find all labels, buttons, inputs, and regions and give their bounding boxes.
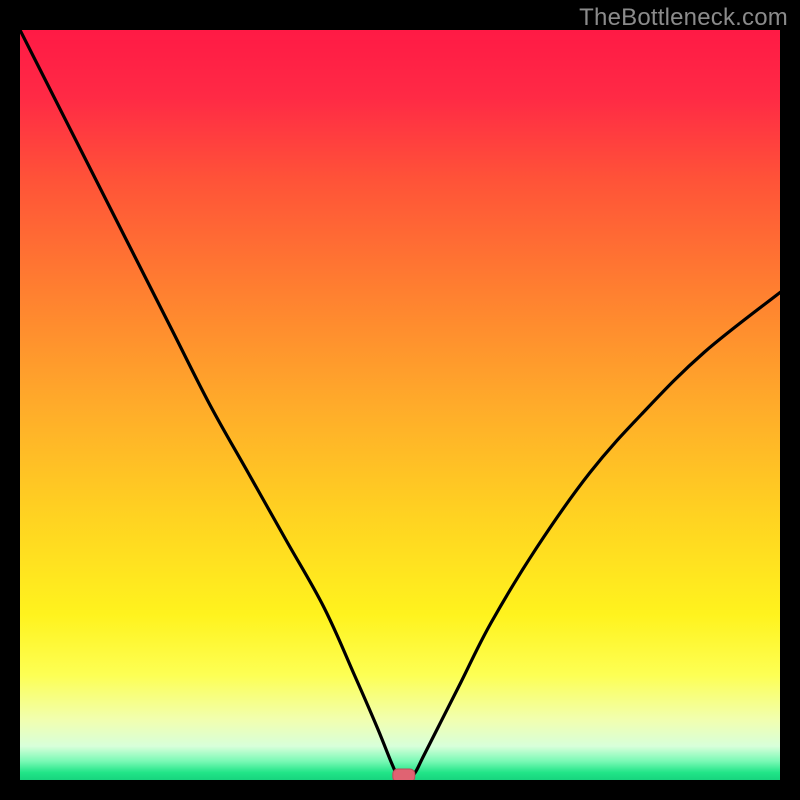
- chart-frame: [20, 30, 780, 780]
- bottleneck-chart: [20, 30, 780, 780]
- gradient-background: [20, 30, 780, 780]
- optimal-point-marker: [393, 769, 415, 780]
- watermark-text: TheBottleneck.com: [579, 4, 788, 32]
